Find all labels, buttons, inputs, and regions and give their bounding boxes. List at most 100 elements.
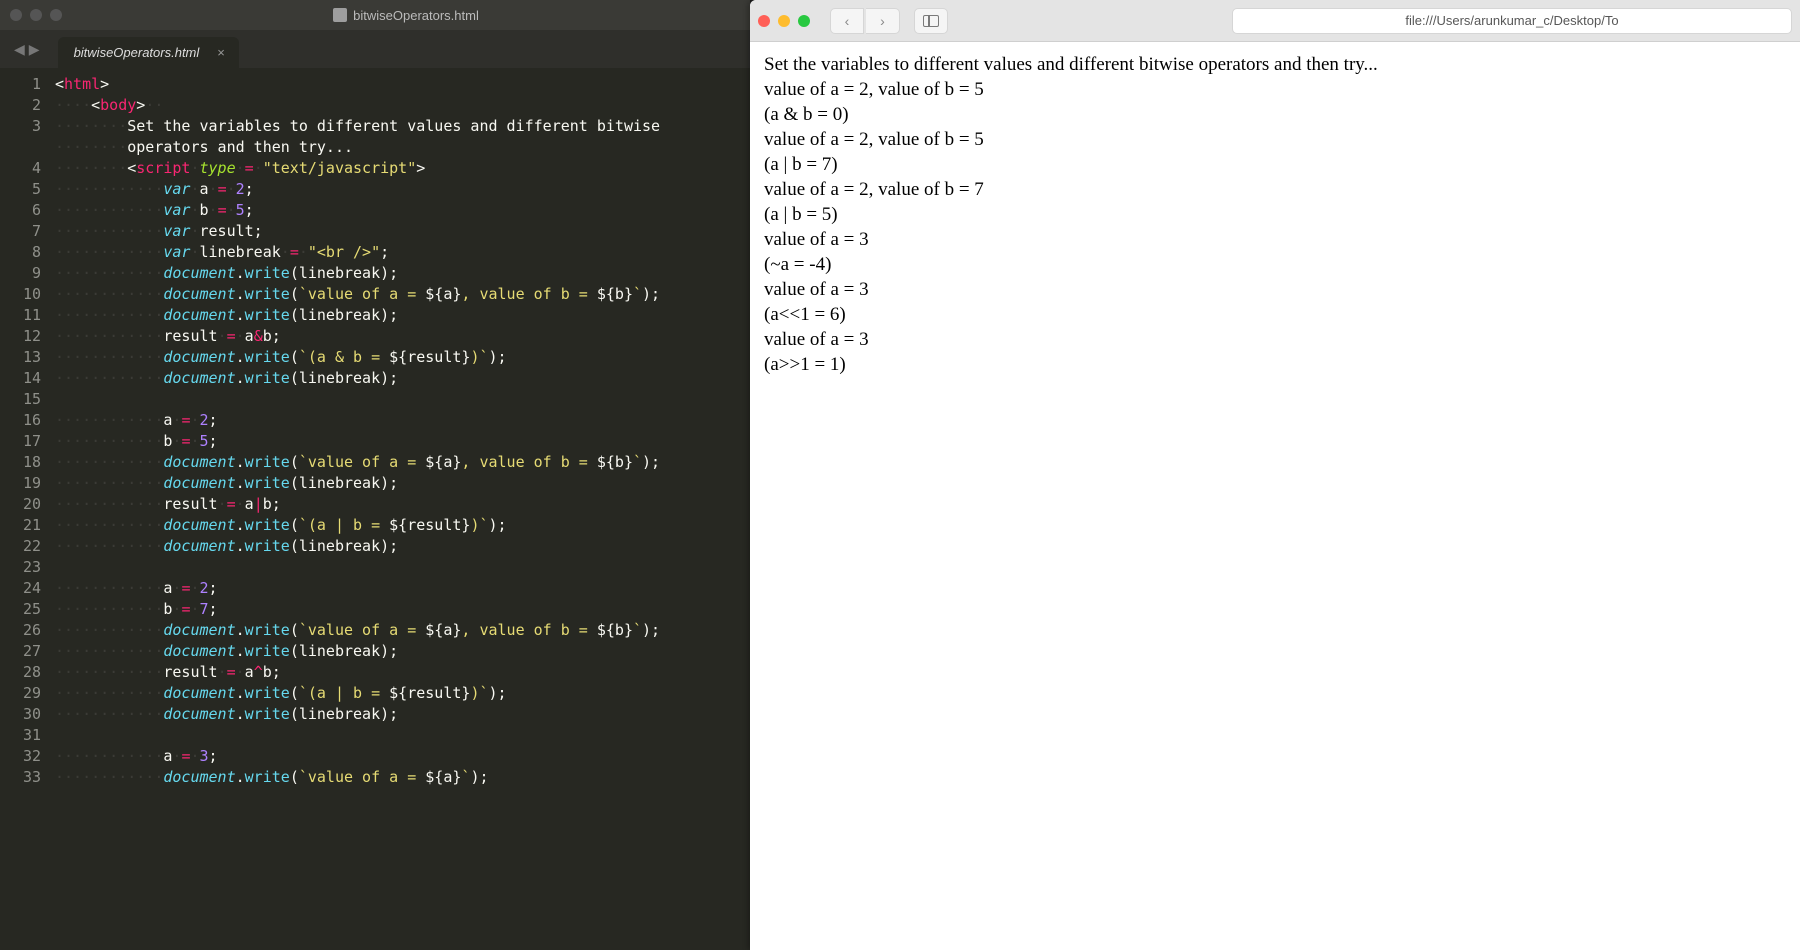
maximize-icon[interactable] <box>798 15 810 27</box>
app-root: bitwiseOperators.html ◀ ▶ bitwiseOperato… <box>0 0 1800 950</box>
code-content[interactable]: <html>····<body>··········Set the variab… <box>55 68 750 950</box>
line-number: 5 <box>0 179 41 200</box>
code-line: ············a·=·3; <box>55 746 750 767</box>
code-line <box>55 389 750 410</box>
output-line: value of a = 2, value of b = 7 <box>764 177 1786 202</box>
browser-nav-buttons: ‹ › <box>830 8 900 34</box>
line-number: 3 <box>0 116 41 158</box>
line-number: 27 <box>0 641 41 662</box>
minimize-icon[interactable] <box>778 15 790 27</box>
line-number: 15 <box>0 389 41 410</box>
output-line: value of a = 3 <box>764 327 1786 352</box>
output-line: (a>>1 = 1) <box>764 352 1786 377</box>
line-number: 8 <box>0 242 41 263</box>
code-line: ············b·=·7; <box>55 599 750 620</box>
code-line: ············document.write(linebreak); <box>55 473 750 494</box>
code-line: ············document.write(`value of a =… <box>55 452 750 473</box>
browser-toolbar: ‹ › file:///Users/arunkumar_c/Desktop/To <box>750 0 1800 42</box>
browser-traffic-lights <box>758 15 810 27</box>
code-line: ············var·b·=·5; <box>55 200 750 221</box>
output-line: value of a = 2, value of b = 5 <box>764 127 1786 152</box>
output-line: (a<<1 = 6) <box>764 302 1786 327</box>
line-number: 17 <box>0 431 41 452</box>
line-number: 25 <box>0 599 41 620</box>
code-line: ············b·=·5; <box>55 431 750 452</box>
code-line <box>55 557 750 578</box>
line-number: 24 <box>0 578 41 599</box>
code-line: ············document.write(`value of a =… <box>55 284 750 305</box>
code-line: ········<script·type·=·"text/javascript"… <box>55 158 750 179</box>
line-number: 19 <box>0 473 41 494</box>
editor-traffic-lights <box>10 9 62 21</box>
output-line: value of a = 3 <box>764 227 1786 252</box>
editor-titlebar: bitwiseOperators.html <box>0 0 750 30</box>
line-number: 21 <box>0 515 41 536</box>
code-area[interactable]: 1234567891011121314151617181920212223242… <box>0 68 750 950</box>
line-number: 22 <box>0 536 41 557</box>
code-line: ············document.write(`value of a =… <box>55 620 750 641</box>
code-line: ············document.write(`(a | b = ${r… <box>55 515 750 536</box>
code-line: ············a·=·2; <box>55 410 750 431</box>
line-number: 20 <box>0 494 41 515</box>
output-line: Set the variables to different values an… <box>764 52 1786 77</box>
chevron-left-icon: ‹ <box>845 13 850 29</box>
code-line: ············var·linebreak·=·"<br />"; <box>55 242 750 263</box>
code-line: ············document.write(linebreak); <box>55 641 750 662</box>
line-number: 12 <box>0 326 41 347</box>
code-line: ············document.write(linebreak); <box>55 536 750 557</box>
code-line: ············document.write(`value of a =… <box>55 767 750 788</box>
line-number: 6 <box>0 200 41 221</box>
editor-title: bitwiseOperators.html <box>72 8 740 23</box>
line-number: 23 <box>0 557 41 578</box>
editor-tab[interactable]: bitwiseOperators.html × <box>58 37 239 68</box>
output-line: (a & b = 0) <box>764 102 1786 127</box>
line-number: 16 <box>0 410 41 431</box>
browser-urlbar[interactable]: file:///Users/arunkumar_c/Desktop/To <box>1232 8 1792 34</box>
code-line: ············document.write(linebreak); <box>55 305 750 326</box>
browser-back-button[interactable]: ‹ <box>830 8 864 34</box>
line-number-gutter: 1234567891011121314151617181920212223242… <box>0 68 55 950</box>
output-line: (~a = -4) <box>764 252 1786 277</box>
line-number: 11 <box>0 305 41 326</box>
browser-sidebar-button[interactable] <box>914 8 948 34</box>
line-number: 32 <box>0 746 41 767</box>
line-number: 30 <box>0 704 41 725</box>
editor-tab-label: bitwiseOperators.html <box>74 45 200 60</box>
close-icon[interactable] <box>10 9 22 21</box>
editor-pane: bitwiseOperators.html ◀ ▶ bitwiseOperato… <box>0 0 750 950</box>
code-line: ············document.write(linebreak); <box>55 704 750 725</box>
code-line: ············document.write(`(a | b = ${r… <box>55 683 750 704</box>
maximize-icon[interactable] <box>50 9 62 21</box>
code-line: ········Set the variables to different v… <box>55 116 750 158</box>
output-line: (a | b = 5) <box>764 202 1786 227</box>
sidebar-icon <box>923 15 939 27</box>
line-number: 33 <box>0 767 41 788</box>
code-line: ············result·=·a|b; <box>55 494 750 515</box>
code-line: <html> <box>55 74 750 95</box>
line-number: 2 <box>0 95 41 116</box>
tab-close-icon[interactable]: × <box>217 45 225 60</box>
code-line: ············document.write(linebreak); <box>55 368 750 389</box>
code-line: ············result·=·a&b; <box>55 326 750 347</box>
line-number: 18 <box>0 452 41 473</box>
minimize-icon[interactable] <box>30 9 42 21</box>
document-icon <box>333 8 347 22</box>
line-number: 26 <box>0 620 41 641</box>
output-line: (a | b = 7) <box>764 152 1786 177</box>
editor-nav-arrows: ◀ ▶ <box>6 30 48 68</box>
line-number: 1 <box>0 74 41 95</box>
output-line: value of a = 3 <box>764 277 1786 302</box>
close-icon[interactable] <box>758 15 770 27</box>
editor-nav-fwd-icon[interactable]: ▶ <box>29 41 40 58</box>
editor-tabbar: ◀ ▶ bitwiseOperators.html × <box>0 30 750 68</box>
browser-fwd-button[interactable]: › <box>866 8 900 34</box>
code-line: ············result·=·a^b; <box>55 662 750 683</box>
code-line: ····<body>·· <box>55 95 750 116</box>
line-number: 10 <box>0 284 41 305</box>
code-line: ············var·result; <box>55 221 750 242</box>
code-line: ············var·a·=·2; <box>55 179 750 200</box>
line-number: 7 <box>0 221 41 242</box>
editor-title-text: bitwiseOperators.html <box>353 8 479 23</box>
editor-nav-back-icon[interactable]: ◀ <box>14 41 25 58</box>
code-line: ············a·=·2; <box>55 578 750 599</box>
